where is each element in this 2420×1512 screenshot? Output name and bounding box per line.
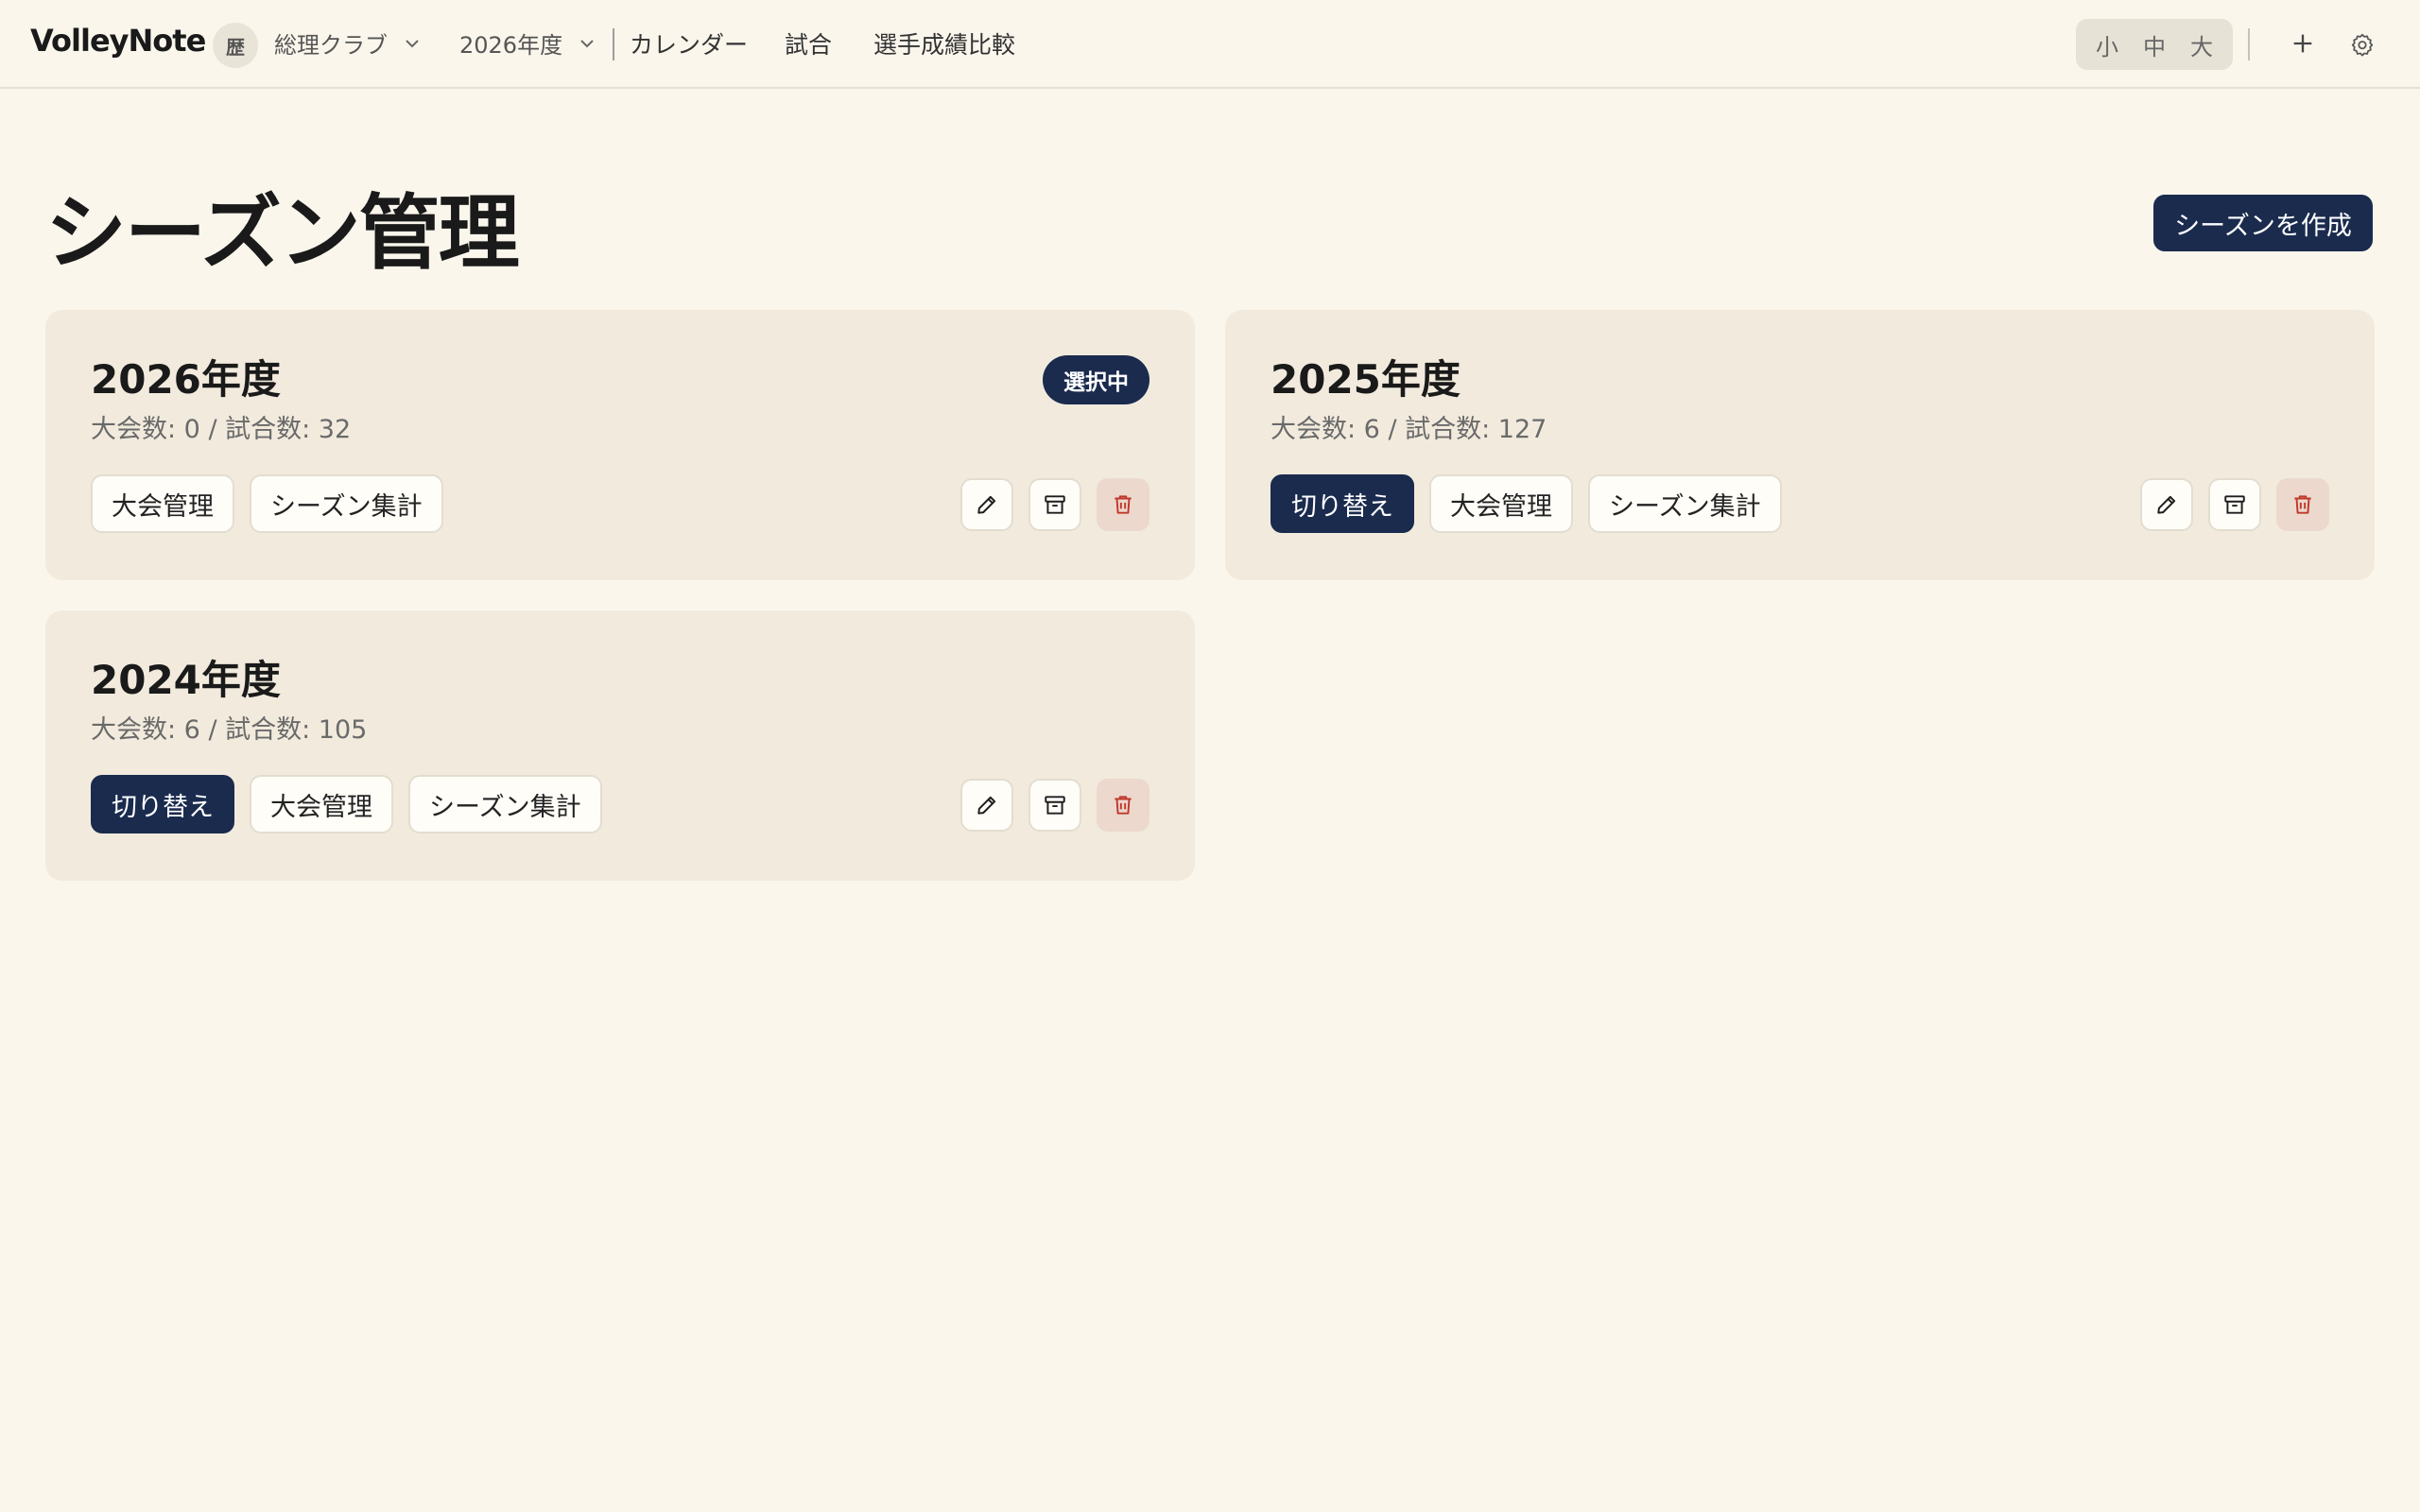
font-size-large[interactable]: 大 [2190,28,2213,61]
season-icon-actions [2140,478,2329,531]
font-size-toggle: 小 中 大 [2076,19,2233,70]
season-card: 2024年度 大会数: 6 / 試合数: 105 切り替え 大会管理 シーズン集… [45,610,1195,881]
nav-divider [613,28,614,60]
club-select[interactable]: 総理クラブ [274,26,422,60]
pencil-icon [2157,495,2176,514]
season-title: 2026年度 [91,356,281,403]
season-name: 2026年度 [459,32,563,59]
archive-icon [1045,796,1065,815]
season-icon-actions [960,478,1150,531]
season-summary-button[interactable]: シーズン集計 [1588,474,1782,533]
add-button[interactable] [2286,26,2320,60]
season-select[interactable]: 2026年度 [459,26,596,60]
switch-season-button[interactable]: 切り替え [91,775,234,833]
season-stats: 大会数: 6 / 試合数: 127 [1270,415,1547,444]
tournament-manage-button[interactable]: 大会管理 [1429,474,1573,533]
selected-badge: 選択中 [1043,355,1150,404]
season-icon-actions [960,779,1150,832]
trash-icon [1115,495,1132,514]
font-size-small[interactable]: 小 [2096,28,2118,61]
delete-button[interactable] [1097,478,1150,531]
settings-button[interactable] [2346,28,2378,60]
season-title: 2024年度 [91,657,281,703]
nav-player-compare[interactable]: 選手成績比較 [873,26,1015,60]
season-summary-button[interactable]: シーズン集計 [408,775,602,833]
archive-icon [2224,495,2245,514]
season-card: 2025年度 大会数: 6 / 試合数: 127 切り替え 大会管理 シーズン集… [1225,310,2375,580]
club-avatar[interactable]: 歴 [213,23,258,68]
chevron-down-icon [580,39,594,47]
season-stats: 大会数: 6 / 試合数: 105 [91,715,368,745]
delete-button[interactable] [2276,478,2329,531]
create-season-button[interactable]: シーズンを作成 [2153,195,2373,251]
season-actions: 切り替え 大会管理 シーズン集計 [91,775,602,833]
toolbar-divider [2248,28,2250,60]
archive-icon [1045,495,1065,514]
chevron-down-icon [406,39,419,47]
trash-icon [2294,495,2311,514]
tournament-manage-button[interactable]: 大会管理 [91,474,234,533]
season-title: 2025年度 [1270,356,1461,403]
season-actions: 大会管理 シーズン集計 [91,474,443,533]
archive-button[interactable] [1028,478,1081,531]
archive-button[interactable] [2208,478,2261,531]
season-summary-button[interactable]: シーズン集計 [250,474,443,533]
top-nav: VolleyNote 歴 総理クラブ 2026年度 カレンダー 試合 選手成績比… [0,0,2420,89]
season-stats: 大会数: 0 / 試合数: 32 [91,415,352,444]
tournament-manage-button[interactable]: 大会管理 [250,775,393,833]
font-size-medium[interactable]: 中 [2143,28,2166,61]
edit-button[interactable] [960,478,1013,531]
pencil-icon [977,495,996,514]
club-name: 総理クラブ [274,32,388,59]
brand-logo[interactable]: VolleyNote [30,23,206,59]
delete-button[interactable] [1097,779,1150,832]
plus-icon [2293,34,2312,53]
nav-match[interactable]: 試合 [785,26,832,60]
season-actions: 切り替え 大会管理 シーズン集計 [1270,474,1782,533]
nav-calendar[interactable]: カレンダー [630,26,748,60]
page-title: シーズン管理 [45,186,520,281]
gear-icon [2351,33,2374,57]
season-card: 2026年度 大会数: 0 / 試合数: 32 選択中 大会管理 シーズン集計 [45,310,1195,580]
edit-button[interactable] [960,779,1013,832]
switch-season-button[interactable]: 切り替え [1270,474,1414,533]
trash-icon [1115,796,1132,815]
edit-button[interactable] [2140,478,2193,531]
archive-button[interactable] [1028,779,1081,832]
pencil-icon [977,796,996,815]
